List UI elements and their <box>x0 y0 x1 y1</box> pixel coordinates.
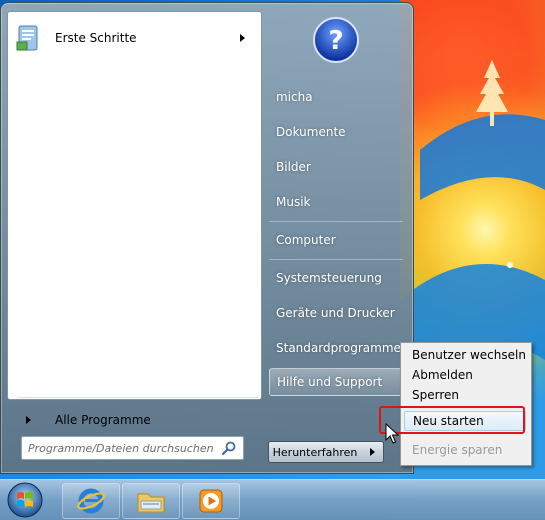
taskbar-app-internet-explorer[interactable] <box>62 483 120 519</box>
right-item-label: Systemsteuerung <box>276 271 382 285</box>
divider <box>269 221 403 222</box>
shutdown-label: Herunterfahren <box>272 445 358 459</box>
divider <box>18 397 258 398</box>
right-item-label: Bilder <box>276 160 311 174</box>
taskbar <box>0 479 545 520</box>
start-menu: Erste Schritte Alle Programme ? mi <box>0 2 414 474</box>
right-item-label: micha <box>276 90 313 104</box>
search-icon[interactable] <box>221 440 237 456</box>
start-button-windows-icon[interactable] <box>4 480 46 520</box>
right-item-documents[interactable]: Dokumente <box>269 118 407 146</box>
right-item-label: Standardprogramme <box>276 341 401 355</box>
right-item-pictures[interactable]: Bilder <box>269 153 407 181</box>
menu-item-lock[interactable]: Sperren <box>404 385 526 405</box>
menu-item-label: Energie sparen <box>412 443 503 457</box>
internet-explorer-icon <box>77 488 105 514</box>
search-area <box>7 429 260 469</box>
search-input[interactable] <box>22 439 221 457</box>
highlight-annotation <box>379 406 525 434</box>
shutdown-context-menu: Benutzer wechseln Abmelden Sperren Neu s… <box>400 342 532 466</box>
media-player-icon <box>199 489 223 513</box>
shutdown-options-button[interactable] <box>361 441 384 463</box>
right-item-default-programs[interactable]: Standardprogramme <box>269 334 407 362</box>
chevron-right-icon <box>369 448 375 456</box>
right-item-label: Computer <box>276 233 336 247</box>
right-item-label: Hilfe und Support <box>277 375 383 389</box>
all-programs-arrow-icon <box>26 416 31 424</box>
search-box[interactable] <box>21 436 244 460</box>
right-item-label: Musik <box>276 195 311 209</box>
right-item-user[interactable]: micha <box>269 83 407 111</box>
programs-pane: Erste Schritte Alle Programme <box>7 11 262 427</box>
taskbar-app-explorer[interactable] <box>122 483 180 519</box>
menu-item-switch-user[interactable]: Benutzer wechseln <box>404 345 526 365</box>
right-item-help-support[interactable]: Hilfe und Support <box>269 368 405 396</box>
right-item-devices-printers[interactable]: Geräte und Drucker <box>269 299 407 327</box>
all-programs-label: Alle Programme <box>55 413 151 427</box>
right-item-computer[interactable]: Computer <box>269 226 407 254</box>
getting-started-icon <box>16 25 38 51</box>
right-item-label: Dokumente <box>276 125 346 139</box>
help-icon: ? <box>313 17 359 63</box>
menu-item-label: Sperren <box>412 388 459 402</box>
right-item-label: Geräte und Drucker <box>276 306 395 320</box>
right-item-control-panel[interactable]: Systemsteuerung <box>269 264 407 292</box>
program-item-label: Erste Schritte <box>55 31 137 45</box>
menu-item-label: Abmelden <box>412 368 473 382</box>
windows-explorer-icon <box>137 493 165 513</box>
divider <box>269 259 403 260</box>
right-item-music[interactable]: Musik <box>269 188 407 216</box>
menu-item-log-off[interactable]: Abmelden <box>404 365 526 385</box>
submenu-arrow-icon <box>240 34 245 42</box>
menu-item-label: Benutzer wechseln <box>412 348 526 362</box>
svg-text:?: ? <box>328 26 343 56</box>
shutdown-button[interactable]: Herunterfahren <box>268 441 362 463</box>
taskbar-app-media-player[interactable] <box>182 483 240 519</box>
program-item-getting-started[interactable]: Erste Schritte <box>10 18 257 58</box>
menu-item-sleep: Energie sparen <box>404 440 526 460</box>
mouse-cursor-icon <box>385 423 399 444</box>
